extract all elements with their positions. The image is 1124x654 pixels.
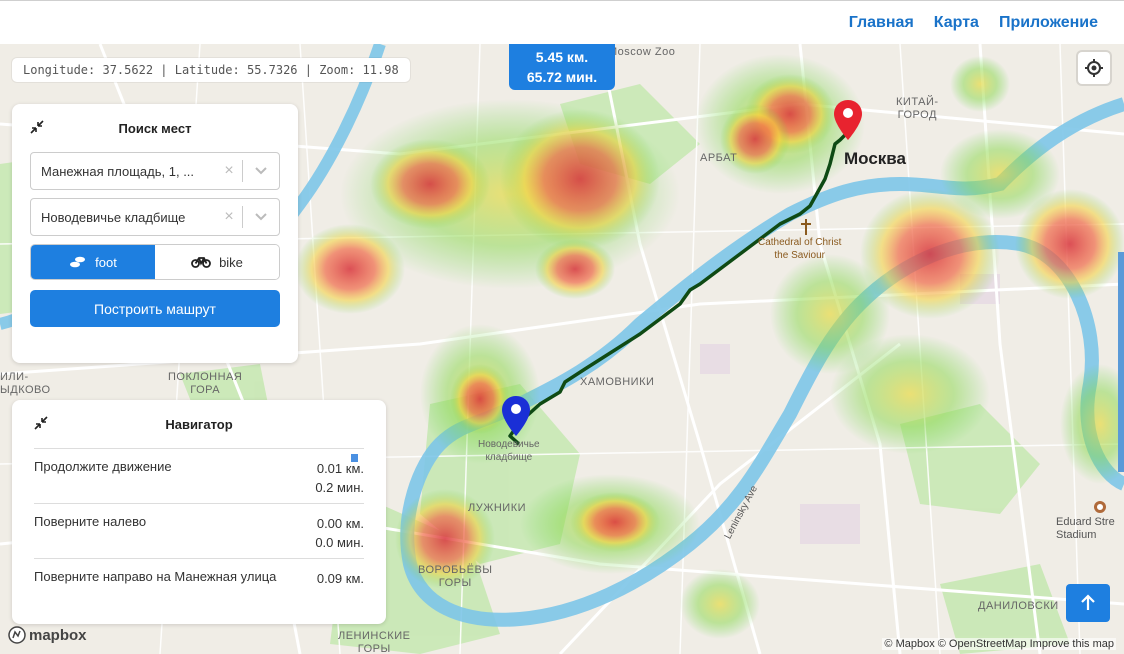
step-values: 0.09 км.	[317, 569, 364, 598]
map-attribution[interactable]: © Mapbox © OpenStreetMap Improve this ma…	[882, 638, 1116, 650]
step-instruction: Поверните направо на Манежная улица	[34, 569, 277, 584]
build-route-button[interactable]: Построить машрут	[30, 290, 280, 327]
mapbox-logo[interactable]: mapbox	[8, 626, 87, 644]
map-label-luzhniki: ЛУЖНИКИ	[468, 502, 527, 514]
mode-foot-button[interactable]: foot	[31, 245, 155, 279]
origin-value: Манежная площадь, 1, ...	[41, 163, 195, 179]
step-instruction: Поверните налево	[34, 514, 147, 529]
crosshair-icon	[1085, 59, 1103, 77]
nav-home-link[interactable]: Главная	[849, 14, 914, 32]
step-distance: 0.09 км.	[316, 571, 364, 586]
nav-map-link[interactable]: Карта	[934, 14, 979, 32]
arrow-up-icon	[1081, 594, 1095, 610]
mode-bike-label: bike	[219, 254, 243, 270]
map-label-kitay-gorod: КИТАЙ- ГОРОД	[896, 96, 939, 121]
destination-select[interactable]: Новодевичье кладбище ×	[30, 198, 280, 236]
top-navbar: Главная Карта Приложение	[0, 0, 1124, 44]
search-panel: Поиск мест Манежная площадь, 1, ... × Но…	[12, 104, 298, 363]
map-label-vorobyovy: ВОРОБЬЁВЫ ГОРЫ	[418, 564, 493, 589]
mapbox-logo-text: mapbox	[29, 626, 87, 644]
map-canvas[interactable]: Moscow Zoo АРБАТ КИТАЙ- ГОРОД Москва Cat…	[0, 44, 1124, 654]
travel-mode-toggle: foot bike	[30, 244, 280, 280]
step-values: 0.00 км. 0.0 мин.	[315, 514, 364, 558]
scroll-to-top-button[interactable]	[1066, 584, 1110, 622]
origin-select[interactable]: Манежная площадь, 1, ... ×	[30, 152, 280, 190]
map-label-khamovniki: ХАМОВНИКИ	[580, 376, 655, 388]
stadium-icon	[1094, 501, 1106, 513]
mode-bike-button[interactable]: bike	[155, 245, 279, 279]
map-label-fili: ИЛИ- ЫДКОВО	[0, 371, 51, 396]
step-time: 0.2 мин.	[315, 480, 364, 495]
navigator-panel: Навигатор Продолжите движение 0.01 км. 0…	[12, 400, 386, 624]
step-time: 0.0 мин.	[315, 535, 364, 550]
footprints-icon	[70, 256, 86, 268]
end-marker-icon[interactable]	[502, 396, 530, 436]
chevron-down-icon	[255, 167, 267, 175]
search-panel-title: Поиск мест	[118, 120, 192, 136]
list-item[interactable]: Поверните направо на Манежная улица 0.09…	[34, 558, 364, 598]
list-item[interactable]: Продолжите движение 0.01 км. 0.2 мин.	[34, 448, 364, 503]
map-label-stadium: Eduard Stre Stadium	[1056, 516, 1115, 541]
map-label-arbat: АРБАТ	[700, 152, 738, 164]
mode-foot-label: foot	[95, 254, 117, 270]
destination-value: Новодевичье кладбище	[41, 209, 186, 225]
step-instruction: Продолжите движение	[34, 459, 172, 474]
destination-dropdown-toggle[interactable]	[243, 213, 279, 221]
chevron-down-icon	[255, 213, 267, 221]
route-distance: 5.45 км.	[535, 49, 589, 65]
collapse-icon[interactable]	[34, 416, 48, 430]
cathedral-icon	[801, 219, 811, 235]
step-values: 0.01 км. 0.2 мин.	[315, 459, 364, 503]
search-panel-header: Поиск мест	[30, 104, 280, 152]
nav-app-link[interactable]: Приложение	[999, 14, 1098, 32]
map-label-moscow: Москва	[844, 149, 906, 168]
collapse-icon[interactable]	[30, 120, 44, 134]
map-label-cathedral: Cathedral of Christ the Saviour	[758, 237, 842, 261]
map-label-moscow-zoo: Moscow Zoo	[608, 46, 676, 58]
start-marker-icon[interactable]	[834, 100, 862, 140]
step-distance: 0.01 км.	[316, 461, 364, 476]
route-summary-badge: 5.45 км. 65.72 мин.	[509, 44, 615, 90]
clear-origin-icon[interactable]: ×	[216, 162, 242, 180]
map-label-danilovsky: ДАНИЛОВСКИ	[978, 600, 1059, 612]
list-item[interactable]: Поверните налево 0.00 км. 0.0 мин.	[34, 503, 364, 558]
route-duration: 65.72 мин.	[526, 69, 598, 85]
clear-destination-icon[interactable]: ×	[216, 208, 242, 226]
step-distance: 0.00 км.	[316, 516, 364, 531]
map-label-poklonnaya: ПОКЛОННАЯ ГОРА	[168, 371, 243, 396]
navigator-steps-list: Продолжите движение 0.01 км. 0.2 мин. По…	[34, 448, 364, 598]
origin-dropdown-toggle[interactable]	[243, 167, 279, 175]
map-label-novodevichye: Новодевичье кладбище	[478, 439, 540, 463]
mapbox-logo-icon	[8, 626, 26, 644]
navigator-panel-header: Навигатор	[34, 400, 364, 448]
bicycle-icon	[191, 257, 211, 268]
coordinates-readout: Longitude: 37.5622 | Latitude: 55.7326 |…	[12, 58, 410, 82]
geolocate-button[interactable]	[1078, 52, 1110, 84]
map-label-leninskie: ЛЕНИНСКИЕ ГОРЫ	[338, 630, 411, 654]
page-scrollbar[interactable]	[1118, 252, 1124, 472]
navigator-panel-title: Навигатор	[165, 416, 233, 432]
